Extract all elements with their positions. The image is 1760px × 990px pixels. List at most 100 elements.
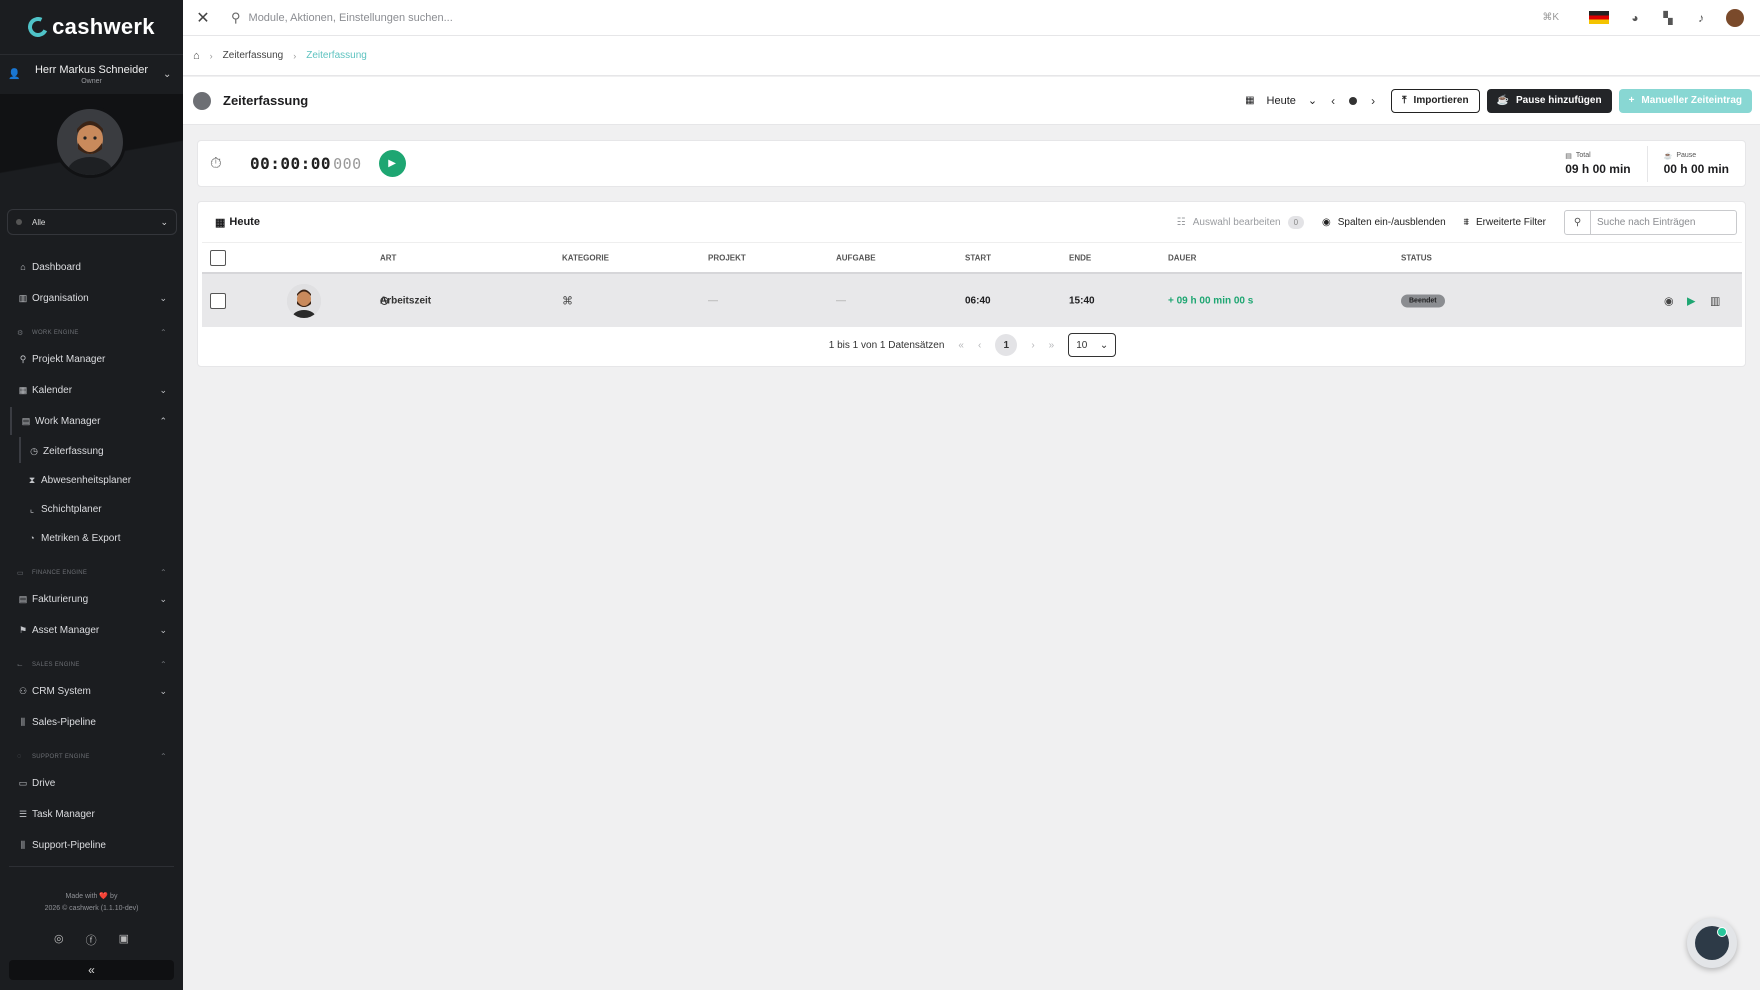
trash-icon[interactable]: ▥ bbox=[1710, 294, 1720, 307]
column-header-kategorie[interactable]: KATEGORIE bbox=[562, 253, 609, 262]
column-header-projekt[interactable]: PROJEKT bbox=[708, 253, 746, 262]
invoice-icon: ▤ bbox=[18, 593, 28, 604]
timer-ms: 000 bbox=[333, 155, 362, 173]
column-header-dauer[interactable]: DAUER bbox=[1168, 253, 1196, 262]
status-badge: Beendet bbox=[1401, 294, 1445, 307]
table-row[interactable]: ◷ Arbeitszeit ⌘ — — 06:40 15:40 + 09 h 00… bbox=[202, 274, 1742, 327]
column-header-aufgabe[interactable]: AUFGABE bbox=[836, 253, 876, 262]
home-icon[interactable]: ⌂ bbox=[193, 50, 200, 62]
avatar[interactable] bbox=[54, 106, 126, 178]
total-value: 09 h 00 min bbox=[1565, 161, 1631, 176]
table-search[interactable]: ⚲ Suche nach Einträgen bbox=[1564, 209, 1737, 235]
breadcrumb-item[interactable]: Zeiterfassung bbox=[223, 50, 284, 61]
calendar-icon: ▦ bbox=[18, 384, 28, 395]
pause-label: Pause bbox=[1676, 152, 1697, 159]
sidebar-item-label: Zeiterfassung bbox=[43, 445, 104, 457]
sidebar-item-label: Metriken & Export bbox=[41, 532, 121, 544]
german-flag-icon[interactable] bbox=[1589, 11, 1609, 24]
linkedin-icon[interactable]: ▣ bbox=[119, 932, 129, 948]
table-search-input[interactable]: Suche nach Einträgen bbox=[1591, 217, 1736, 228]
entries-table-card: ▦ Heute ☷ Auswahl bearbeiten 0 ◉ Spalten ein… bbox=[197, 201, 1746, 367]
total-label: Total bbox=[1575, 152, 1591, 159]
sidebar-item-asset-manager[interactable]: ⚑ Asset Manager ⌄ bbox=[17, 620, 167, 640]
last-page-icon[interactable]: » bbox=[1049, 340, 1055, 351]
select-all-checkbox[interactable] bbox=[210, 249, 226, 266]
brand-logo[interactable]: cashwerk bbox=[0, 0, 183, 54]
facebook-icon[interactable]: ⓕ bbox=[86, 932, 97, 948]
page-size-select[interactable]: 10 ⌄ bbox=[1068, 333, 1117, 357]
chevron-left-icon[interactable]: ‹ bbox=[1331, 94, 1335, 108]
palette-icon[interactable]: ◕ bbox=[1627, 11, 1643, 25]
sidebar-item-abwesenheitsplaner[interactable]: ⧗ Abwesenheitsplaner bbox=[26, 470, 167, 490]
add-pause-button[interactable]: ☕ Pause hinzufügen bbox=[1486, 88, 1612, 113]
avatar[interactable] bbox=[1726, 8, 1744, 27]
edit-selection-button[interactable]: ☷ Auswahl bearbeiten 0 bbox=[1177, 215, 1305, 229]
next-page-icon[interactable]: › bbox=[1031, 340, 1034, 351]
manual-entry-button-label: Manueller Zeiteintrag bbox=[1641, 95, 1742, 106]
search-shortcut: ⌘K bbox=[1542, 12, 1559, 23]
prev-page-icon[interactable]: ‹ bbox=[978, 340, 981, 351]
section-support-engine[interactable]: ◌ SUPPORT ENGINE ⌃ bbox=[17, 752, 167, 761]
toggle-columns-button[interactable]: ◉ Spalten ein-/ausblenden bbox=[1322, 217, 1446, 228]
assistant-fab-button[interactable] bbox=[1687, 918, 1737, 968]
close-icon[interactable]: ✕ bbox=[183, 8, 223, 28]
chevron-up-icon: ⌃ bbox=[159, 415, 167, 426]
chevron-down-icon: ⌄ bbox=[163, 69, 172, 80]
page-header: Zeiterfassung ▦ Heute ⌄ ‹ › ⤒ Importieren… bbox=[183, 77, 1760, 125]
workspace-filter-select[interactable]: Alle ⌄ bbox=[7, 209, 177, 235]
sidebar-item-kalender[interactable]: ▦ Kalender ⌄ bbox=[17, 380, 167, 400]
toggle-columns-label: Spalten ein-/ausblenden bbox=[1337, 216, 1446, 228]
global-search[interactable]: ⚲ Module, Aktionen, Einstellungen suchen… bbox=[231, 10, 1542, 26]
sidebar-item-organisation[interactable]: ▥ Organisation ⌄ bbox=[17, 288, 167, 308]
column-header-start[interactable]: START bbox=[965, 253, 991, 262]
sidebar-item-support-pipeline[interactable]: ⫼ Support-Pipeline bbox=[17, 835, 167, 855]
manual-entry-button[interactable]: + Manueller Zeiteintrag bbox=[1618, 88, 1752, 113]
section-finance-engine[interactable]: ▭ FINANCE ENGINE ⌃ bbox=[17, 568, 167, 577]
advanced-filter-button[interactable]: ⩩ Erweiterte Filter bbox=[1464, 217, 1546, 228]
page-number-button[interactable]: 1 bbox=[995, 334, 1018, 356]
section-work-engine[interactable]: ⚙ WORK ENGINE ⌃ bbox=[17, 328, 167, 337]
table-toolbar: ▦ Heute ☷ Auswahl bearbeiten 0 ◉ Spalten ein… bbox=[198, 202, 1745, 242]
bell-icon[interactable]: ♪ bbox=[1693, 11, 1709, 25]
chevron-down-icon: ⌄ bbox=[159, 292, 167, 303]
sidebar-item-crm[interactable]: ⚇ CRM System ⌄ bbox=[17, 681, 167, 701]
sidebar-item-task-manager[interactable]: ☰ Task Manager bbox=[17, 804, 167, 824]
sidebar-item-schichtplaner[interactable]: ⌞ Schichtplaner bbox=[26, 499, 167, 519]
first-page-icon[interactable]: « bbox=[958, 340, 964, 351]
column-header-ende[interactable]: ENDE bbox=[1069, 253, 1091, 262]
column-header-status[interactable]: STATUS bbox=[1401, 253, 1432, 262]
user-switcher[interactable]: 👤 Herr Markus Schneider Owner ⌄ bbox=[0, 54, 183, 94]
today-dot-button[interactable] bbox=[1349, 96, 1358, 105]
submenu-indicator bbox=[10, 407, 12, 435]
column-header-art[interactable]: ART bbox=[380, 253, 396, 262]
play-icon[interactable]: ▶ bbox=[1687, 294, 1695, 307]
eye-icon[interactable]: ◉ bbox=[1664, 294, 1674, 307]
sidebar-item-drive[interactable]: ▭ Drive bbox=[17, 773, 167, 793]
instagram-icon[interactable]: ◎ bbox=[54, 932, 64, 948]
row-checkbox[interactable] bbox=[210, 292, 226, 309]
chat-icon[interactable]: ▚ bbox=[1660, 11, 1676, 25]
start-timer-button[interactable]: ▶ bbox=[378, 150, 406, 177]
sidebar-item-work-manager[interactable]: ▤ Work Manager ⌃ bbox=[20, 411, 167, 431]
section-sales-engine[interactable]: ⌙ SALES ENGINE ⌃ bbox=[17, 660, 167, 669]
pause-value: 00 h 00 min bbox=[1663, 161, 1729, 176]
global-search-input[interactable]: Module, Aktionen, Einstellungen suchen..… bbox=[249, 12, 453, 24]
footer-made-with: Made with ❤️ by bbox=[65, 893, 118, 900]
filter-dot-icon bbox=[16, 219, 22, 225]
sidebar-item-sales-pipeline[interactable]: ⫼ Sales-Pipeline bbox=[17, 712, 167, 732]
chevron-right-icon[interactable]: › bbox=[1371, 94, 1375, 108]
date-picker[interactable]: ▦ Heute ⌄ bbox=[1245, 94, 1317, 108]
sidebar-item-label: Abwesenheitsplaner bbox=[41, 474, 132, 486]
sidebar-item-label: Schichtplaner bbox=[41, 503, 102, 515]
sidebar-item-dashboard[interactable]: ⌂ Dashboard bbox=[17, 257, 167, 277]
section-label: WORK ENGINE bbox=[32, 329, 79, 336]
sidebar-item-zeiterfassung[interactable]: ◷ Zeiterfassung bbox=[28, 441, 167, 461]
collapse-sidebar-button[interactable]: « bbox=[9, 960, 174, 980]
sidebar-item-label: Kalender bbox=[32, 384, 73, 396]
sidebar-item-metriken[interactable]: ◔ Metriken & Export bbox=[26, 528, 167, 548]
sidebar-item-projekt-manager[interactable]: ⚲ Projekt Manager bbox=[17, 349, 167, 369]
social-links: ◎ ⓕ ▣ bbox=[0, 932, 183, 948]
user-name: Herr Markus Schneider bbox=[34, 64, 149, 76]
sidebar-item-fakturierung[interactable]: ▤ Fakturierung ⌄ bbox=[17, 589, 167, 609]
import-button[interactable]: ⤒ Importieren bbox=[1391, 88, 1480, 113]
